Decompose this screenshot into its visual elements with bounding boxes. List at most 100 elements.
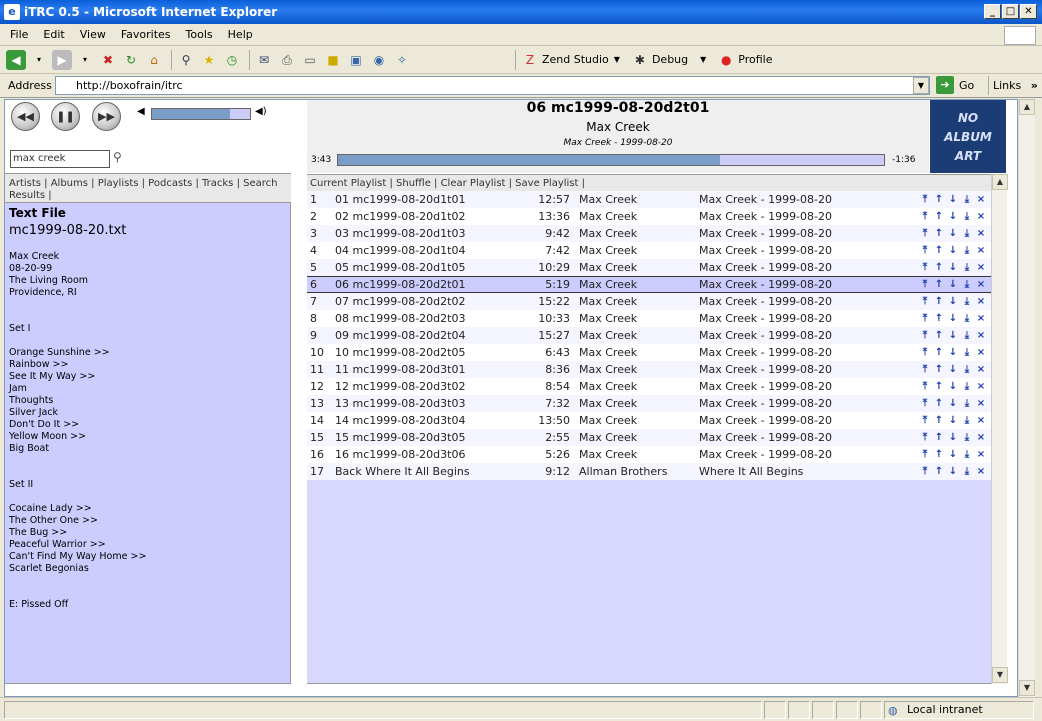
forward-icon[interactable]: ▶ — [52, 49, 72, 70]
move-up-icon[interactable]: ↑ — [933, 463, 945, 480]
rewind-icon[interactable]: ◀◀ — [11, 102, 40, 131]
move-top-icon[interactable]: ⤒ — [919, 378, 931, 395]
messenger-icon[interactable]: ▣ — [346, 50, 366, 70]
move-up-icon[interactable]: ↑ — [933, 225, 945, 242]
move-bottom-icon[interactable]: ⤓ — [961, 225, 973, 242]
pause-icon[interactable]: ❚❚ — [51, 102, 80, 131]
remove-icon[interactable]: × — [975, 310, 987, 327]
move-top-icon[interactable]: ⤒ — [919, 463, 931, 480]
back-icon[interactable]: ◀ — [6, 49, 26, 70]
move-bottom-icon[interactable]: ⤓ — [961, 191, 973, 208]
playlist-row[interactable]: 15 15 mc1999-08-20d3t05 2:55 Max Creek Max C… — [307, 429, 991, 446]
move-down-icon[interactable]: ↓ — [947, 225, 959, 242]
remove-icon[interactable]: × — [975, 429, 987, 446]
move-bottom-icon[interactable]: ⤓ — [961, 412, 973, 429]
remove-icon[interactable]: × — [975, 446, 987, 463]
move-top-icon[interactable]: ⤒ — [919, 361, 931, 378]
playlist-row[interactable]: 10 10 mc1999-08-20d2t05 6:43 Max Creek Max C… — [307, 344, 991, 361]
stop-icon[interactable]: ✖ — [98, 50, 118, 70]
playlist-row[interactable]: 7 07 mc1999-08-20d2t02 15:22 Max Creek Max C… — [307, 293, 991, 310]
remove-icon[interactable]: × — [975, 259, 987, 276]
move-down-icon[interactable]: ↓ — [947, 327, 959, 344]
move-down-icon[interactable]: ↓ — [947, 378, 959, 395]
volume-slider[interactable] — [151, 108, 251, 120]
move-down-icon[interactable]: ↓ — [947, 463, 959, 480]
edit-icon[interactable]: ▭ — [300, 50, 320, 70]
remove-icon[interactable]: × — [975, 327, 987, 344]
print-icon[interactable]: ⎙ — [277, 50, 297, 70]
playlist-row[interactable]: 12 12 mc1999-08-20d3t02 8:54 Max Creek Max C… — [307, 378, 991, 395]
move-up-icon[interactable]: ↑ — [933, 259, 945, 276]
scroll-up-icon[interactable]: ▲ — [1019, 99, 1035, 115]
move-top-icon[interactable]: ⤒ — [919, 242, 931, 259]
profile-button[interactable]: ● Profile — [716, 50, 772, 70]
playlist-row[interactable]: 3 03 mc1999-08-20d1t03 9:42 Max Creek Max Cr… — [307, 225, 991, 242]
move-up-icon[interactable]: ↑ — [933, 361, 945, 378]
close-button[interactable]: ✕ — [1020, 4, 1037, 19]
remove-icon[interactable]: × — [975, 191, 987, 208]
move-bottom-icon[interactable]: ⤓ — [961, 242, 973, 259]
address-dropdown-icon[interactable]: ▼ — [913, 77, 929, 94]
move-down-icon[interactable]: ↓ — [947, 429, 959, 446]
move-top-icon[interactable]: ⤒ — [919, 191, 931, 208]
minimize-button[interactable]: _ — [984, 4, 1001, 19]
remove-icon[interactable]: × — [975, 463, 987, 480]
move-bottom-icon[interactable]: ⤓ — [961, 446, 973, 463]
move-bottom-icon[interactable]: ⤓ — [961, 259, 973, 276]
library-nav[interactable]: Artists | Albums | Playlists | Podcasts … — [5, 173, 291, 203]
refresh-icon[interactable]: ↻ — [121, 50, 141, 70]
scroll-down-icon[interactable]: ▼ — [1019, 680, 1035, 696]
move-bottom-icon[interactable]: ⤓ — [961, 395, 973, 412]
move-down-icon[interactable]: ↓ — [947, 344, 959, 361]
forward-dropdown-icon[interactable]: ▾ — [75, 50, 95, 70]
playlist-row[interactable]: 2 02 mc1999-08-20d1t02 13:36 Max Creek Max C… — [307, 208, 991, 225]
move-bottom-icon[interactable]: ⤓ — [961, 310, 973, 327]
menu-favorites[interactable]: Favorites — [121, 28, 171, 41]
menu-edit[interactable]: Edit — [43, 28, 64, 41]
remove-icon[interactable]: × — [975, 344, 987, 361]
discuss-icon[interactable]: ■ — [323, 50, 343, 70]
mail-icon[interactable]: ✉ — [254, 50, 274, 70]
menu-tools[interactable]: Tools — [186, 28, 213, 41]
remove-icon[interactable]: × — [975, 361, 987, 378]
move-top-icon[interactable]: ⤒ — [919, 412, 931, 429]
move-up-icon[interactable]: ↑ — [933, 242, 945, 259]
page-scrollbar[interactable]: ▲ ▼ — [1018, 99, 1035, 697]
playlist-row[interactable]: 11 11 mc1999-08-20d3t01 8:36 Max Creek Max C… — [307, 361, 991, 378]
favorites-star-icon[interactable]: ★ — [199, 50, 219, 70]
playlist-row-current[interactable]: 6 06 mc1999-08-20d2t01 5:19 Max Creek Max Cr… — [307, 276, 991, 293]
playlist-row[interactable]: 4 04 mc1999-08-20d1t04 7:42 Max Creek Max Cr… — [307, 242, 991, 259]
playlist-scrollbar[interactable]: ▲ ▼ — [991, 174, 1008, 684]
track-progress-bar[interactable] — [337, 154, 885, 166]
playlist-row[interactable]: 9 09 mc1999-08-20d2t04 15:27 Max Creek Max C… — [307, 327, 991, 344]
move-down-icon[interactable]: ↓ — [947, 412, 959, 429]
debug-button[interactable]: ✱ Debug ▼ — [630, 50, 706, 70]
move-up-icon[interactable]: ↑ — [933, 412, 945, 429]
playlist-row[interactable]: 17 Back Where It All Begins 9:12 Allman Bro… — [307, 463, 991, 480]
move-top-icon[interactable]: ⤒ — [919, 310, 931, 327]
move-up-icon[interactable]: ↑ — [933, 310, 945, 327]
remove-icon[interactable]: × — [975, 208, 987, 225]
move-up-icon[interactable]: ↑ — [933, 378, 945, 395]
playlist-row[interactable]: 16 16 mc1999-08-20d3t06 5:26 Max Creek Max C… — [307, 446, 991, 463]
move-down-icon[interactable]: ↓ — [947, 242, 959, 259]
maximize-button[interactable]: □ — [1002, 4, 1019, 19]
move-top-icon[interactable]: ⤒ — [919, 225, 931, 242]
zend-studio-button[interactable]: Z Zend Studio ▼ — [520, 50, 620, 70]
search-input[interactable]: max creek — [10, 150, 110, 168]
tools-icon[interactable]: ✧ — [392, 50, 412, 70]
move-down-icon[interactable]: ↓ — [947, 293, 959, 310]
move-top-icon[interactable]: ⤒ — [919, 395, 931, 412]
move-up-icon[interactable]: ↑ — [933, 208, 945, 225]
playlist-row[interactable]: 13 13 mc1999-08-20d3t03 7:32 Max Creek Max C… — [307, 395, 991, 412]
move-top-icon[interactable]: ⤒ — [919, 277, 931, 292]
playlist-actions[interactable]: Current Playlist | Shuffle | Clear Playl… — [307, 174, 991, 191]
remove-icon[interactable]: × — [975, 225, 987, 242]
move-bottom-icon[interactable]: ⤓ — [961, 378, 973, 395]
move-up-icon[interactable]: ↑ — [933, 293, 945, 310]
address-input[interactable]: http://boxofrain/itrc — [55, 76, 930, 95]
remove-icon[interactable]: × — [975, 395, 987, 412]
move-down-icon[interactable]: ↓ — [947, 277, 959, 292]
move-bottom-icon[interactable]: ⤓ — [961, 344, 973, 361]
move-top-icon[interactable]: ⤒ — [919, 293, 931, 310]
